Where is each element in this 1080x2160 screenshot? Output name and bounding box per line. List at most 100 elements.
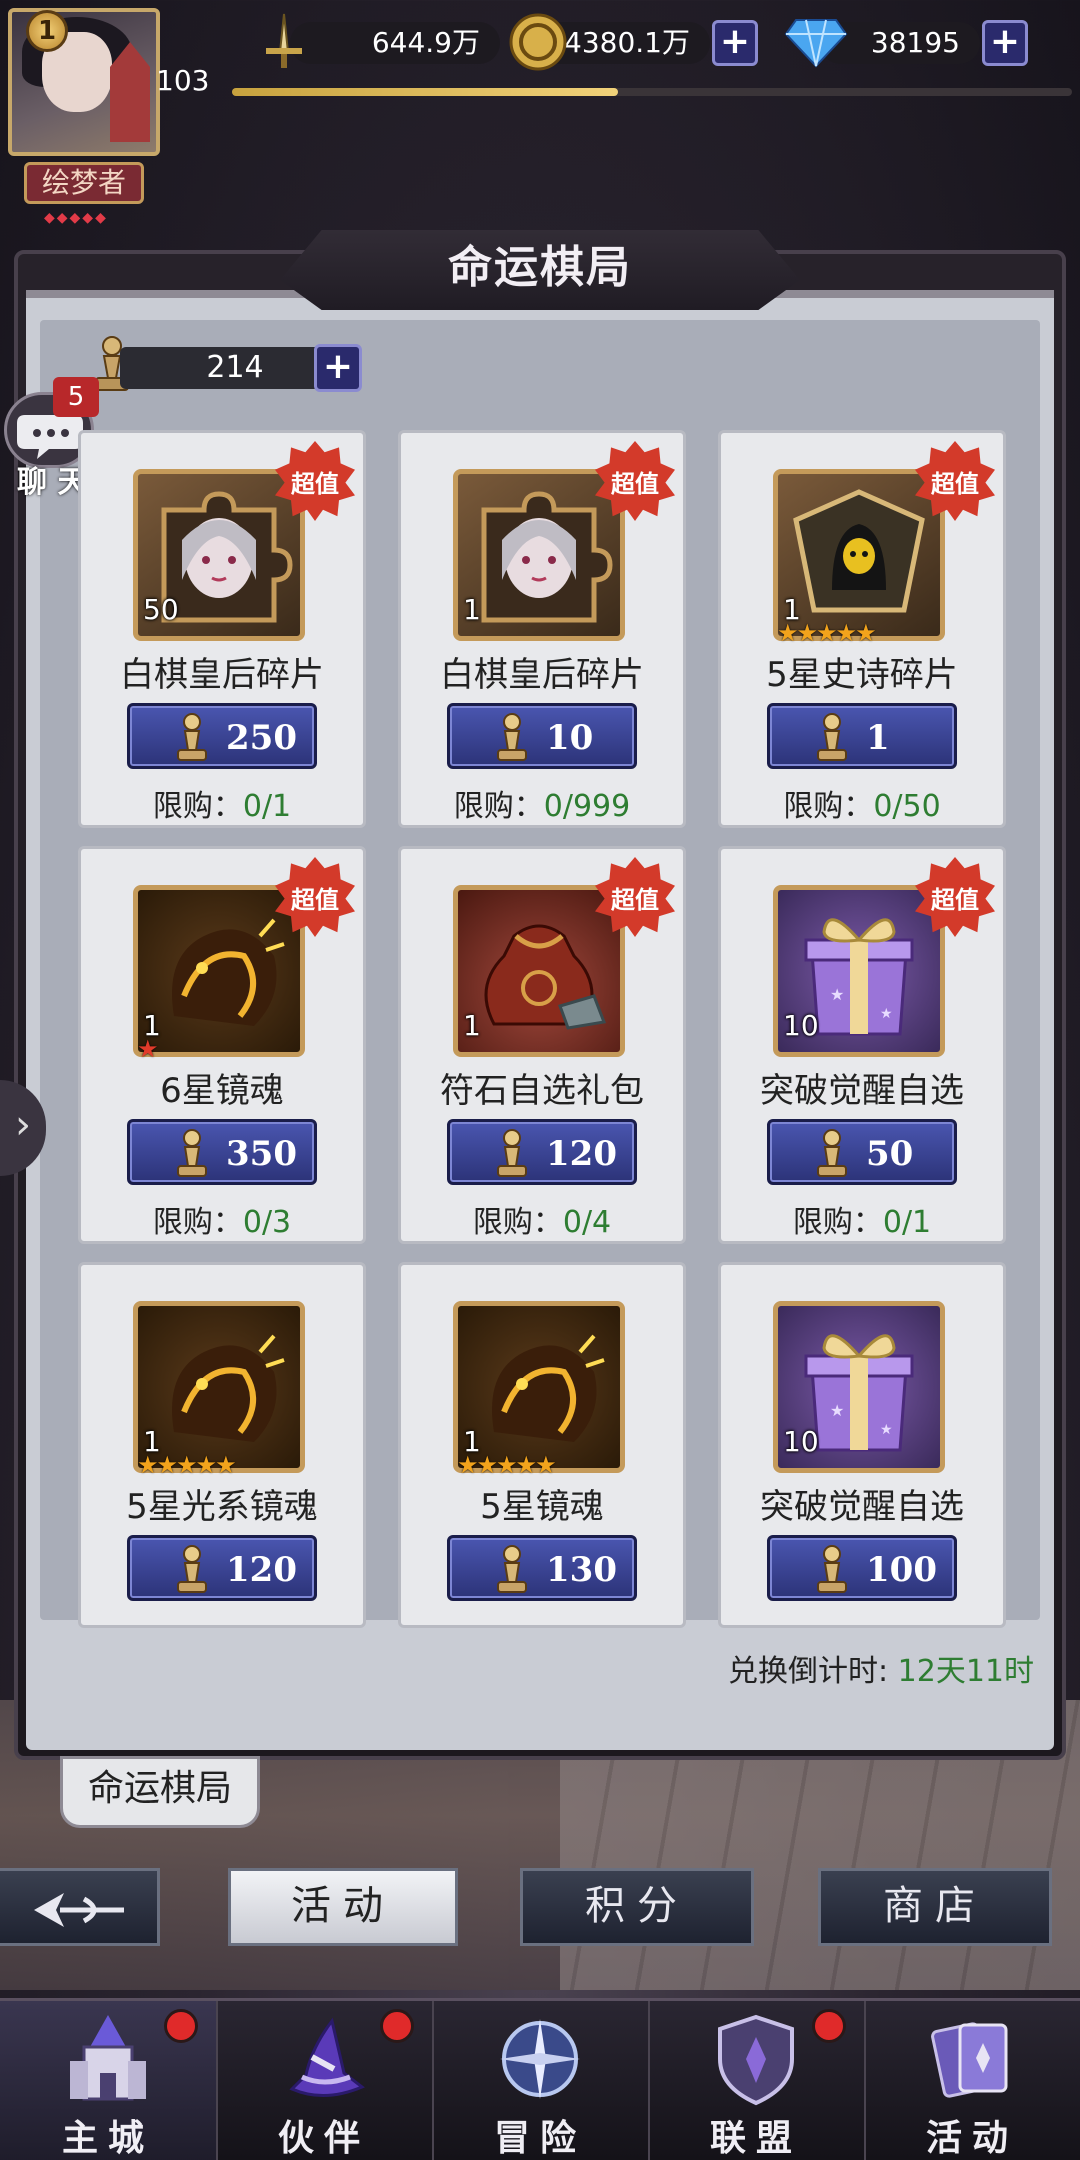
panel-tab-tag: 命运棋局 bbox=[60, 1756, 260, 1828]
item-name: 5星光系镜魂 bbox=[126, 1487, 318, 1527]
item-quantity: 50 bbox=[143, 593, 179, 626]
mirror-soul-icon bbox=[138, 890, 300, 1052]
item-quantity: 10 bbox=[783, 1425, 819, 1458]
nav-item[interactable]: 主城 bbox=[0, 2001, 216, 2160]
player-title-badge[interactable]: 绘梦者 bbox=[24, 162, 144, 204]
tab-activity[interactable]: 活动 bbox=[228, 1868, 458, 1946]
nav-divider bbox=[864, 2001, 866, 2160]
nav-item[interactable]: 联盟 bbox=[648, 2001, 864, 2160]
item-price: 100 bbox=[866, 1550, 937, 1590]
purchase-limit-label: 限购： bbox=[453, 789, 544, 824]
purchase-limit-label: 限购： bbox=[783, 789, 874, 824]
item-price: 120 bbox=[546, 1134, 617, 1174]
chess-pawn-icon bbox=[810, 1544, 854, 1607]
item-name: 5星史诗碎片 bbox=[766, 655, 958, 695]
nav-divider bbox=[216, 2001, 218, 2160]
item-price: 10 bbox=[546, 718, 594, 758]
nav-divider bbox=[648, 2001, 650, 2160]
shield-icon bbox=[704, 2007, 808, 2111]
purchase-limit: 限购：0/999 bbox=[401, 781, 683, 825]
notification-dot bbox=[812, 2009, 846, 2043]
purchase-limit-label: 限购： bbox=[472, 1205, 563, 1240]
purchase-limit-value: 0/1 bbox=[242, 789, 292, 824]
chess-pawn-icon bbox=[490, 1128, 534, 1191]
tab-shop[interactable]: 商店 bbox=[818, 1868, 1052, 1946]
xp-bar bbox=[232, 88, 1072, 96]
item-card[interactable]: 1 ★★★★★ 5星镜魂 130 bbox=[398, 1262, 686, 1628]
countdown-value: 12天11时 bbox=[897, 1654, 1034, 1689]
item-card[interactable]: 超值 1 ★ 6星镜魂 350 限购：0/3 bbox=[78, 846, 366, 1244]
add-token-button[interactable]: + bbox=[314, 344, 362, 392]
buy-button[interactable]: 130 bbox=[447, 1535, 637, 1601]
item-price: 50 bbox=[866, 1134, 914, 1174]
nav-label: 主城 bbox=[61, 2117, 154, 2159]
purchase-limit-value: 0/50 bbox=[873, 789, 941, 824]
exchange-countdown: 兑换倒计时: 12天11时 bbox=[727, 1654, 1034, 1689]
item-star-rating: ★★★★★ bbox=[777, 619, 877, 647]
item-name: 突破觉醒自选 bbox=[760, 1071, 964, 1111]
purchase-limit: 限购：0/1 bbox=[721, 1197, 1003, 1241]
chess-pawn-icon bbox=[170, 712, 214, 775]
item-price: 350 bbox=[226, 1134, 297, 1174]
item-quantity: 10 bbox=[783, 1009, 819, 1042]
nav-item[interactable]: 冒险 bbox=[432, 2001, 648, 2160]
sword-icon bbox=[252, 10, 316, 74]
item-card[interactable]: ★ ★ 超值 10 突破觉醒自选 50 限购：0/1 bbox=[718, 846, 1006, 1244]
item-name: 5星镜魂 bbox=[480, 1487, 604, 1527]
rune-bag-icon bbox=[458, 890, 620, 1052]
nav-item[interactable]: 活动 bbox=[864, 2001, 1080, 2160]
buy-button[interactable]: 120 bbox=[127, 1535, 317, 1601]
item-card[interactable]: 超值 1 白棋皇后碎片 10 限购：0/999 bbox=[398, 430, 686, 828]
buy-button[interactable]: 50 bbox=[767, 1119, 957, 1185]
purchase-limit-label: 限购： bbox=[152, 1205, 243, 1240]
xp-bar-fill bbox=[232, 88, 619, 96]
chess-pawn-icon bbox=[810, 712, 854, 775]
sword-resource: 644.9万 bbox=[290, 22, 500, 64]
buy-button[interactable]: 350 bbox=[127, 1119, 317, 1185]
chess-pawn-icon bbox=[490, 1544, 534, 1607]
item-quantity: 1 bbox=[463, 1009, 481, 1042]
nav-label: 联盟 bbox=[709, 2117, 802, 2159]
tab-points[interactable]: 积分 bbox=[520, 1868, 754, 1946]
purchase-limit: 限购：0/50 bbox=[721, 781, 1003, 825]
nav-item[interactable]: 伙伴 bbox=[216, 2001, 432, 2160]
chess-pawn-icon bbox=[810, 1128, 854, 1191]
add-gold-button[interactable]: + bbox=[712, 20, 758, 66]
item-star-rating: ★ bbox=[137, 1035, 158, 1063]
item-card[interactable]: 超值 1 符石自选礼包 120 限购：0/4 bbox=[398, 846, 686, 1244]
item-card[interactable]: ★ ★ 10 突破觉醒自选 100 bbox=[718, 1262, 1006, 1628]
back-arrow-icon bbox=[33, 1893, 124, 1927]
buy-button[interactable]: 100 bbox=[767, 1535, 957, 1601]
back-button[interactable] bbox=[0, 1868, 160, 1946]
compass-icon bbox=[488, 2007, 592, 2111]
chess-pawn-icon bbox=[170, 1544, 214, 1607]
purchase-limit-value: 0/1 bbox=[882, 1205, 932, 1240]
svg-text:★: ★ bbox=[830, 1401, 844, 1420]
mirror-soul-icon bbox=[138, 1306, 300, 1468]
item-quantity: 1 bbox=[463, 593, 481, 626]
svg-text:★: ★ bbox=[880, 1006, 893, 1022]
epic-shard-icon bbox=[778, 474, 940, 636]
title-rank-gems: ◆◆◆◆◆ bbox=[44, 210, 108, 226]
item-name: 6星镜魂 bbox=[160, 1071, 284, 1111]
item-price: 250 bbox=[226, 718, 297, 758]
item-name: 白棋皇后碎片 bbox=[120, 655, 324, 695]
cards-icon bbox=[920, 2007, 1024, 2111]
chess-pawn-icon bbox=[490, 712, 534, 775]
notification-dot bbox=[380, 2009, 414, 2043]
buy-button[interactable]: 120 bbox=[447, 1119, 637, 1185]
panel-title: 命运棋局 bbox=[280, 230, 800, 310]
nav-divider bbox=[432, 2001, 434, 2160]
item-card[interactable]: 超值 1 ★★★★★ 5星史诗碎片 1 限购：0/50 bbox=[718, 430, 1006, 828]
add-diamond-button[interactable]: + bbox=[982, 20, 1028, 66]
purchase-limit-value: 0/4 bbox=[562, 1205, 612, 1240]
item-card[interactable]: 超值 50 白棋皇后碎片 250 限购：0/1 bbox=[78, 430, 366, 828]
nav-label: 活动 bbox=[925, 2117, 1018, 2159]
buy-button[interactable]: 10 bbox=[447, 703, 637, 769]
buy-button[interactable]: 1 bbox=[767, 703, 957, 769]
queen-shard-icon bbox=[458, 474, 620, 636]
item-card[interactable]: 1 ★★★★★ 5星光系镜魂 120 bbox=[78, 1262, 366, 1628]
chat-unread-badge: 5 bbox=[53, 377, 99, 417]
buy-button[interactable]: 250 bbox=[127, 703, 317, 769]
purchase-limit: 限购：0/1 bbox=[81, 781, 363, 825]
